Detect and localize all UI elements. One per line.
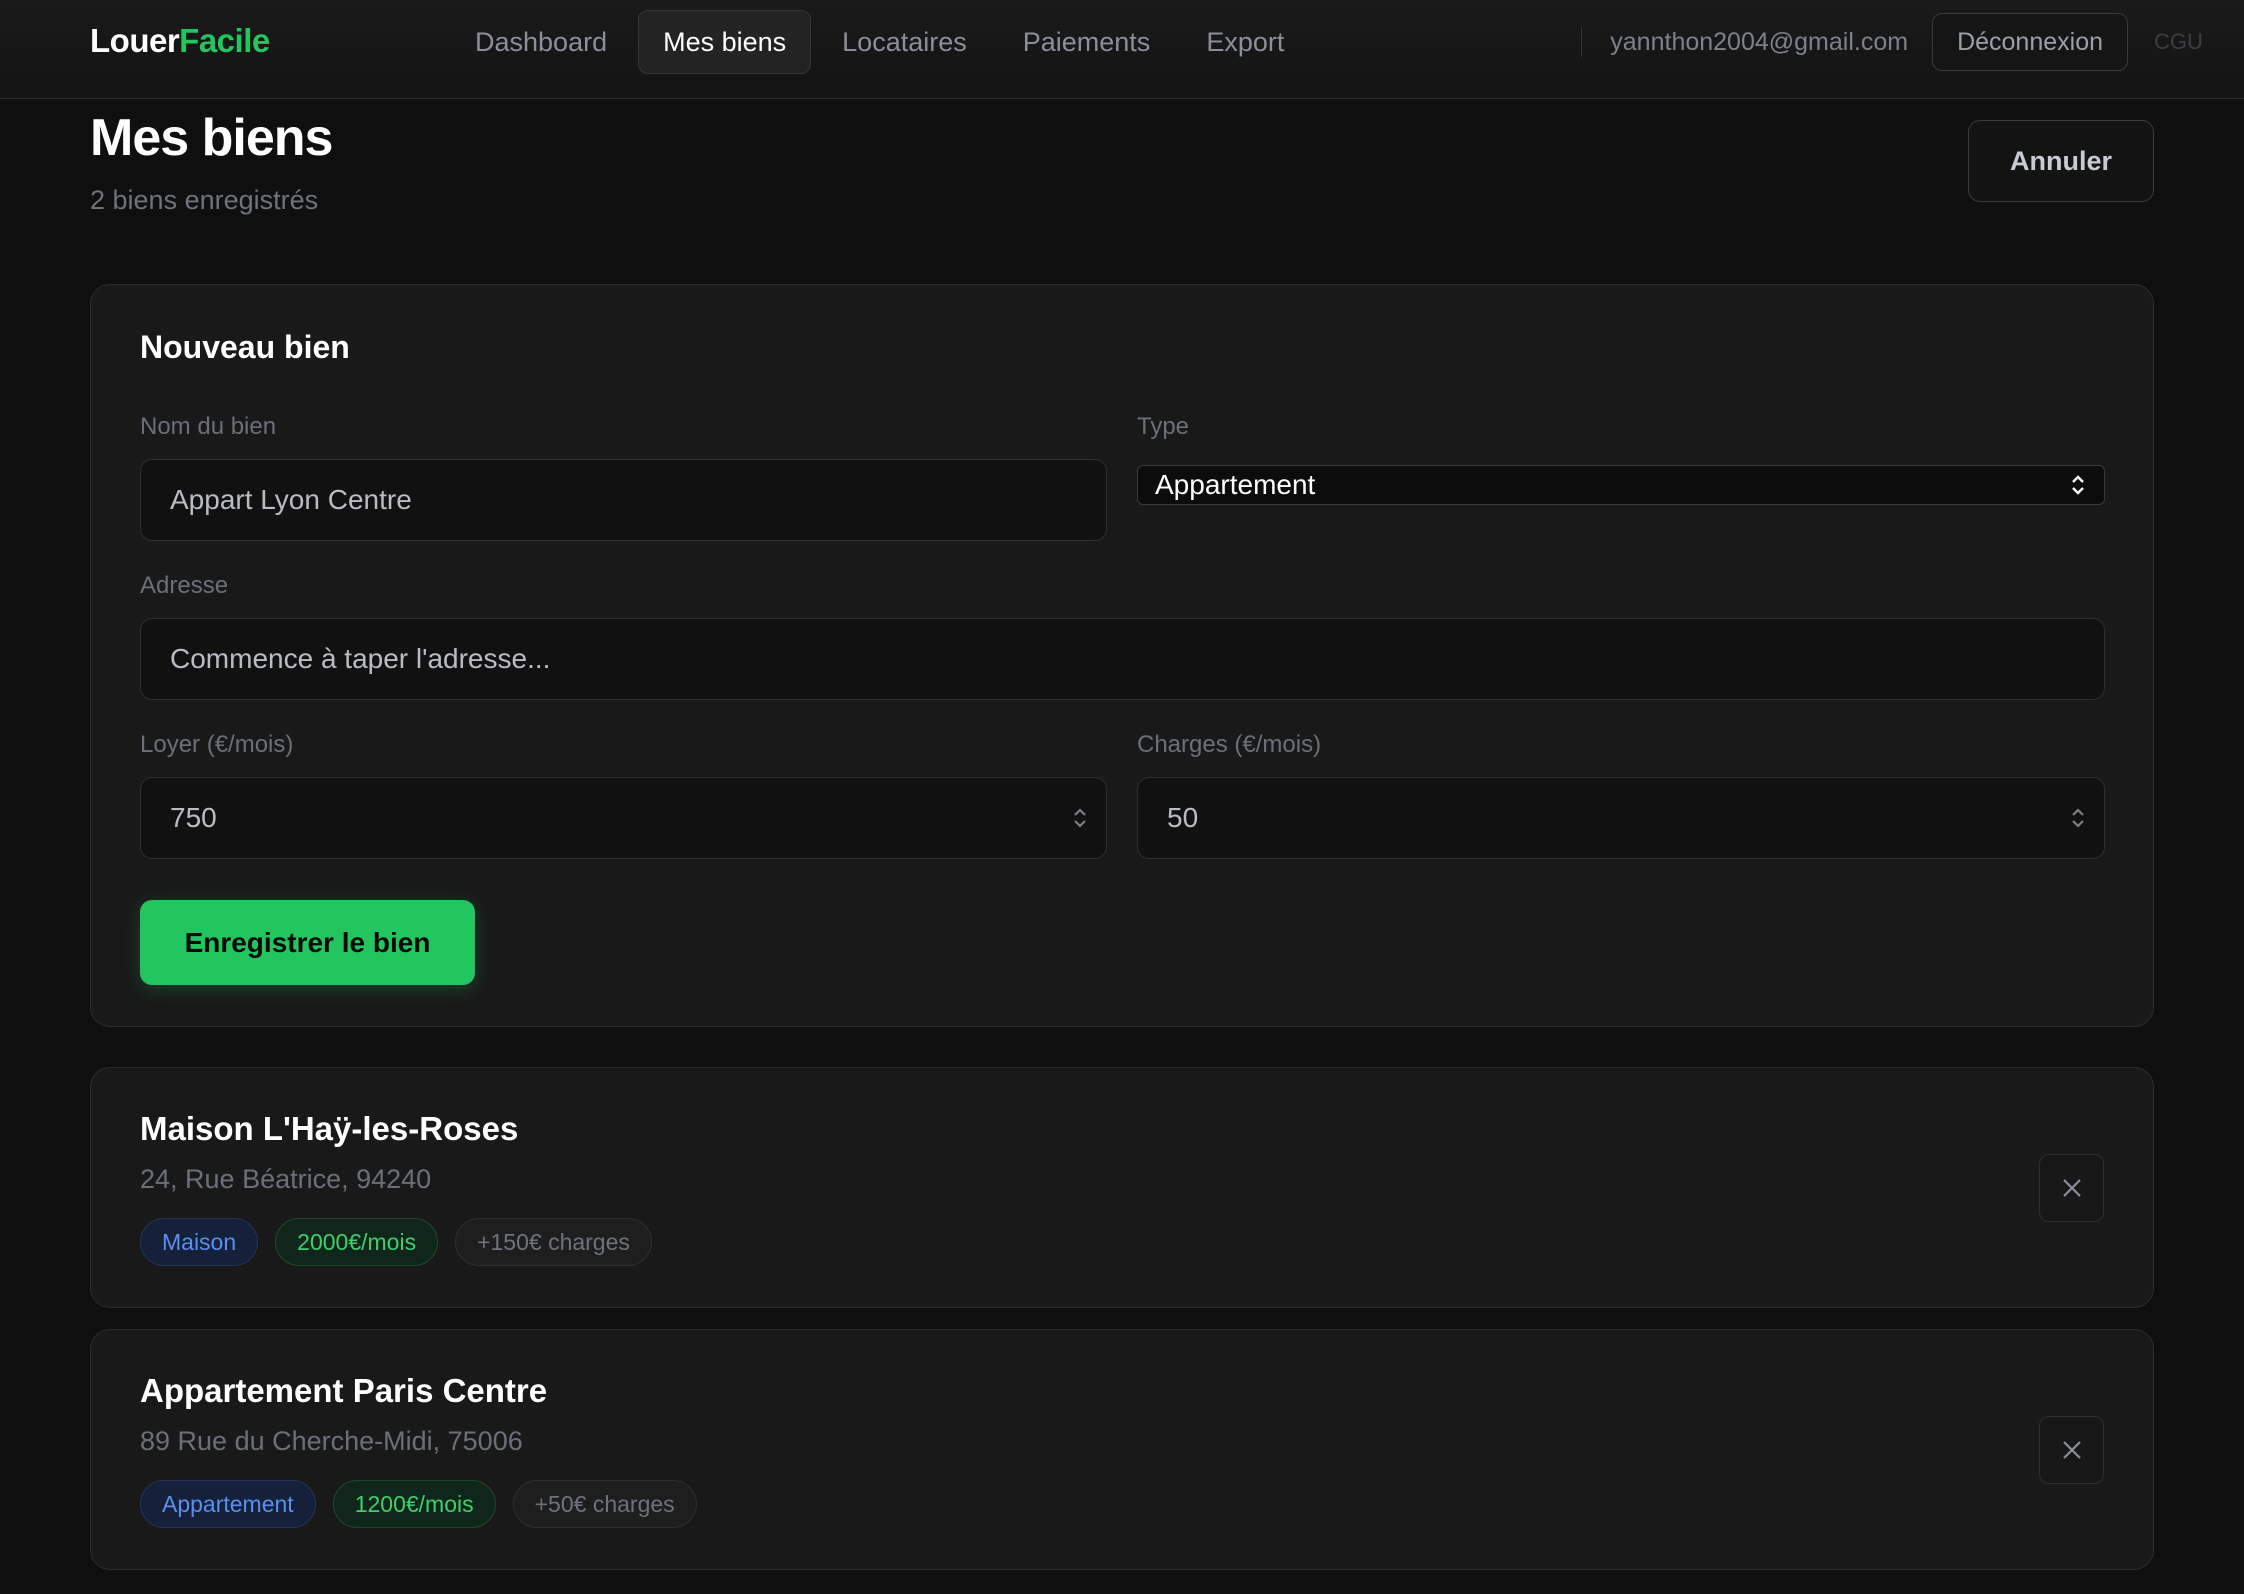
top-navbar: LouerFacile Dashboard Mes biens Locatair… (0, 0, 2244, 99)
rent-value: 750 (170, 802, 217, 833)
close-icon (2062, 1441, 2081, 1459)
property-name: Appartement Paris Centre (140, 1372, 548, 1409)
property-tags: Appartement 1200€/mois +50€ charges (140, 1480, 697, 1528)
new-property-form: Nouveau bien Nom du bien Appart Lyon Cen… (90, 284, 2154, 1027)
save-property-button[interactable]: Enregistrer le bien (140, 900, 475, 985)
type-select-value: Appartement (1155, 469, 1316, 500)
type-select[interactable]: Appartement (1137, 465, 2105, 505)
charges-label: Charges (€/mois) (1137, 731, 1322, 758)
property-rent-badge: 2000€/mois (275, 1218, 439, 1266)
select-chevron-icon (2072, 475, 2084, 495)
logo-part-1: Louer (90, 22, 180, 59)
rent-label: Loyer (€/mois) (140, 731, 294, 758)
charges-value: 50 (1167, 802, 1199, 833)
nav-item-export[interactable]: Export (1181, 10, 1309, 74)
address-label: Adresse (140, 572, 229, 599)
type-label: Type (1137, 413, 1190, 440)
app-logo[interactable]: LouerFacile (90, 22, 270, 60)
user-area: yannthon2004@gmail.com Déconnexion CGU (1581, 12, 2204, 72)
charges-input[interactable]: 50 (1137, 777, 2105, 859)
page-subtitle: 2 biens enregistrés (90, 185, 319, 215)
property-address: 89 Rue du Cherche-Midi, 75006 (140, 1426, 523, 1456)
property-charges-badge: +50€ charges (512, 1480, 697, 1528)
user-email: yannthon2004@gmail.com (1610, 27, 1909, 56)
property-type-badge: Maison (140, 1218, 259, 1266)
nav-item-mes-biens[interactable]: Mes biens (638, 10, 812, 74)
property-card: Maison L'Haÿ-les-Roses 24, Rue Béatrice,… (90, 1067, 2154, 1308)
rent-stepper-icon[interactable] (1072, 805, 1088, 831)
delete-property-button[interactable] (2039, 1416, 2104, 1484)
address-input[interactable]: Commence à taper l'adresse... (140, 618, 2105, 700)
nav-divider (1581, 27, 1583, 57)
logout-button[interactable]: Déconnexion (1932, 13, 2128, 71)
property-tags: Maison 2000€/mois +150€ charges (140, 1218, 652, 1266)
logo-part-2: Facile (179, 22, 270, 59)
name-label: Nom du bien (140, 413, 277, 440)
nav-item-dashboard[interactable]: Dashboard (450, 10, 632, 74)
form-title: Nouveau bien (140, 329, 350, 365)
property-rent-badge: 1200€/mois (332, 1480, 496, 1528)
cancel-button[interactable]: Annuler (1968, 120, 2154, 202)
property-type-badge: Appartement (140, 1480, 316, 1528)
cgu-link[interactable]: CGU (2154, 29, 2204, 55)
name-input[interactable]: Appart Lyon Centre (140, 459, 1107, 541)
close-icon (2062, 1179, 2081, 1197)
property-address: 24, Rue Béatrice, 94240 (140, 1164, 432, 1194)
page-title: Mes biens (90, 109, 333, 167)
property-name: Maison L'Haÿ-les-Roses (140, 1110, 519, 1147)
nav-item-paiements[interactable]: Paiements (998, 10, 1176, 74)
property-card: Appartement Paris Centre 89 Rue du Cherc… (90, 1329, 2154, 1570)
nav-item-locataires[interactable]: Locataires (817, 10, 992, 74)
main-nav: Dashboard Mes biens Locataires Paiements… (450, 10, 1309, 74)
charges-stepper-icon[interactable] (2070, 805, 2086, 831)
delete-property-button[interactable] (2039, 1154, 2104, 1222)
rent-input[interactable]: 750 (140, 777, 1107, 859)
property-charges-badge: +150€ charges (455, 1218, 652, 1266)
